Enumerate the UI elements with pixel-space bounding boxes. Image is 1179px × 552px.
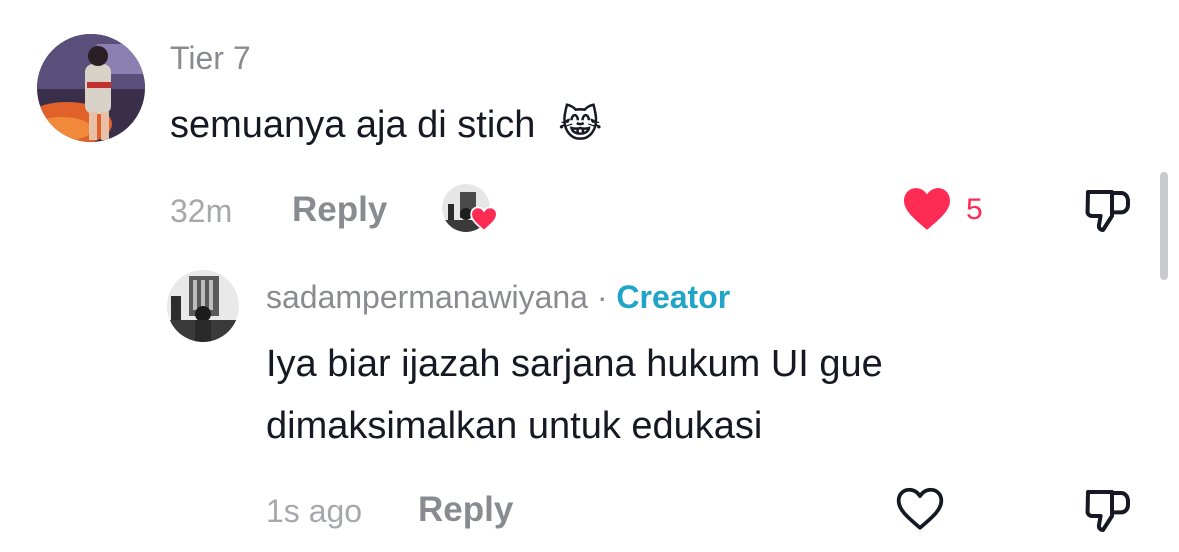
comment-timestamp: 32m (170, 193, 233, 229)
reply-avatar[interactable] (167, 270, 239, 342)
reply-username[interactable]: sadampermanawiyana (266, 279, 588, 315)
creator-badge: Creator (616, 279, 731, 315)
comment-text-body: semuanya aja di stich (170, 104, 536, 146)
thumbs-down-icon (1085, 490, 1130, 532)
crying-laughing-cat-emoji: 😹 (557, 104, 603, 146)
heart-outline-icon (896, 487, 944, 530)
reply-dislike-button[interactable] (1082, 484, 1134, 536)
thumbs-down-icon (1085, 190, 1130, 232)
comment-like-button[interactable] (901, 186, 953, 232)
heart-icon (904, 188, 950, 230)
commenter-avatar[interactable] (37, 34, 145, 142)
reply-timestamp: 1s ago (266, 493, 363, 529)
username-separator: · (596, 279, 608, 315)
reply-like-button[interactable] (894, 486, 946, 532)
comment-like-count: 5 (966, 193, 983, 226)
comment-reply-button[interactable]: Reply (292, 190, 387, 230)
reply-text-line-2: dimaksimalkan untuk edukasi (266, 405, 763, 447)
creator-heart-icon (470, 206, 498, 232)
reply-reply-button[interactable]: Reply (418, 490, 513, 530)
reply-username-row: sadampermanawiyana · Creator (266, 279, 730, 316)
reply-text: Iya biar ijazah sarjana hukum UI gue dim… (266, 333, 883, 457)
comment-text: semuanya aja di stich 😹 (170, 94, 602, 156)
creator-liked-indicator (442, 184, 498, 236)
reply-text-line-1: Iya biar ijazah sarjana hukum UI gue (266, 343, 883, 385)
comment-dislike-button[interactable] (1082, 184, 1134, 236)
commenter-username[interactable]: Tier 7 (170, 40, 251, 77)
scrollbar[interactable] (1160, 172, 1168, 280)
